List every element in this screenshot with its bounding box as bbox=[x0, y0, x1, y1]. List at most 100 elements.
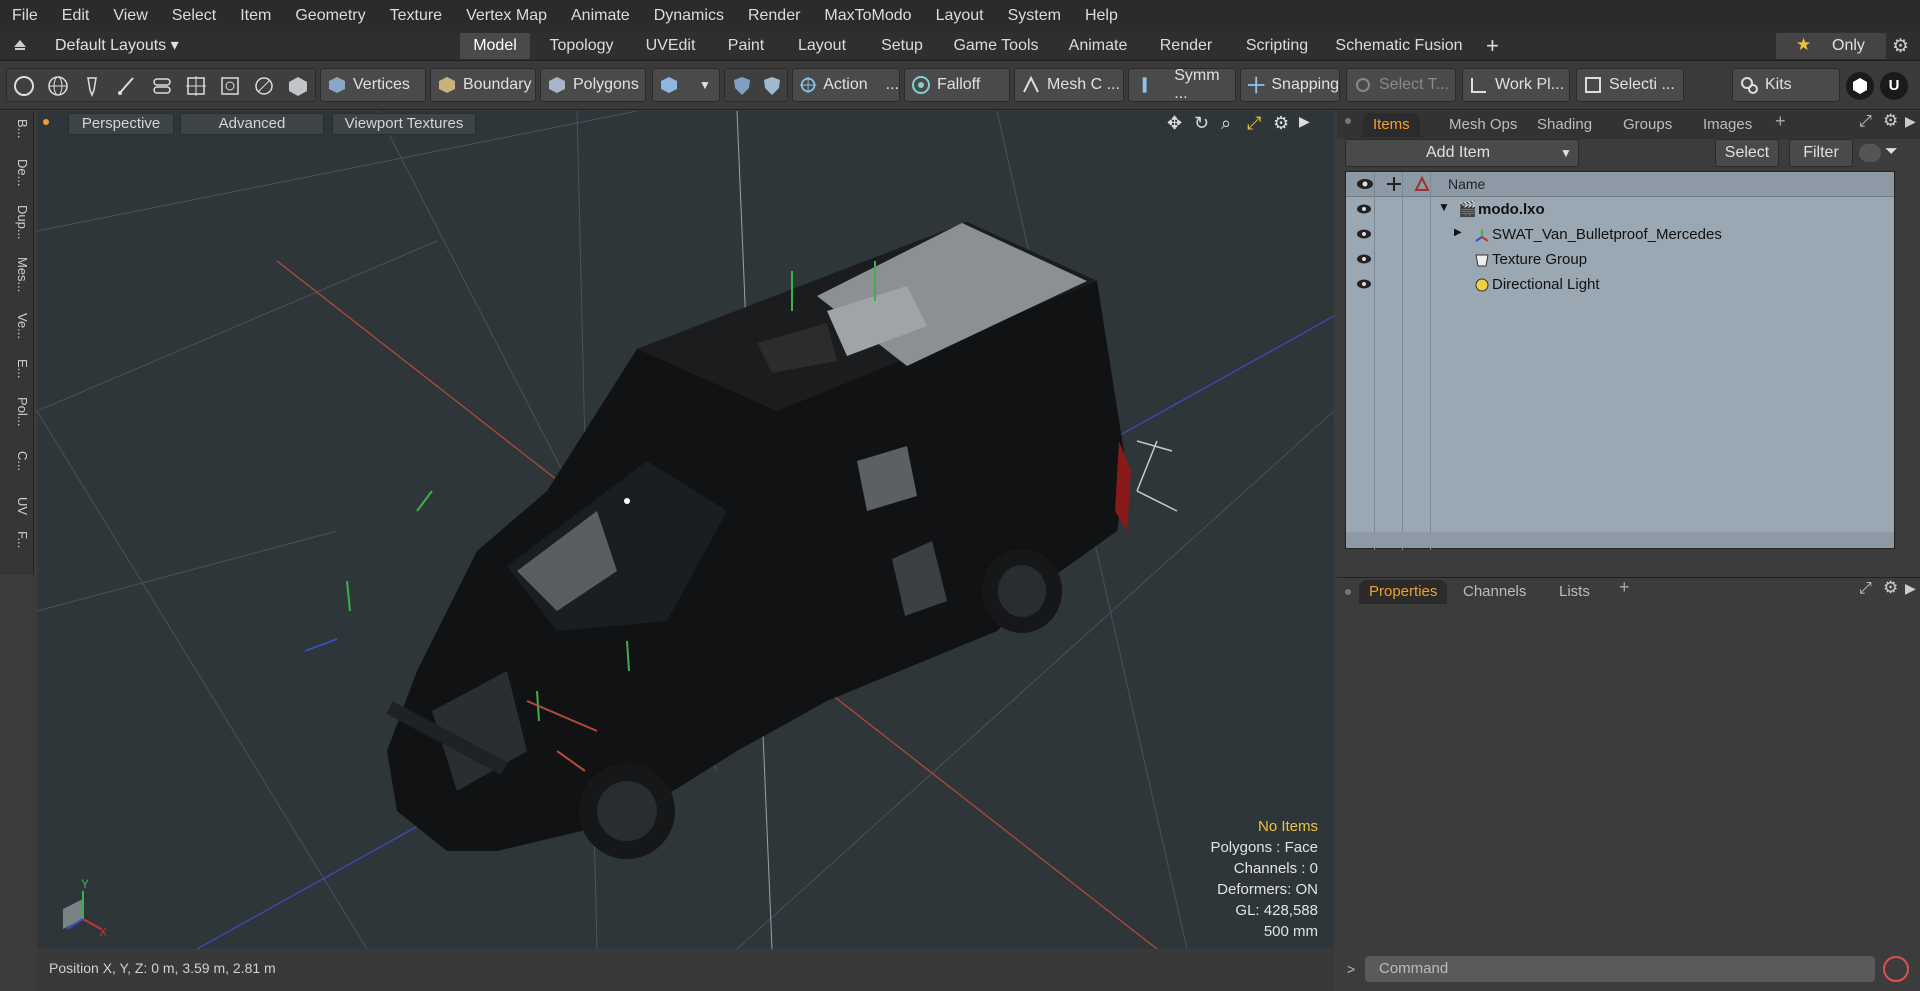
filter-button[interactable]: Filter bbox=[1789, 139, 1853, 167]
panel-settings-icon[interactable]: ⚙ bbox=[1883, 111, 1898, 131]
tab-layout[interactable]: Layout bbox=[788, 33, 856, 59]
menu-select[interactable]: Select bbox=[160, 0, 228, 31]
viewport-textures-button[interactable]: Viewport Textures bbox=[332, 113, 476, 135]
strip-tab-polygon[interactable]: Pol... bbox=[4, 397, 30, 427]
panel-maximize-icon[interactable]: ⤢ bbox=[1859, 113, 1872, 131]
sphere-icon[interactable] bbox=[47, 75, 69, 102]
layout-preset-dropdown[interactable]: Default Layouts ▾ bbox=[55, 35, 179, 55]
menu-geometry[interactable]: Geometry bbox=[283, 0, 377, 31]
tab-images[interactable]: Images bbox=[1703, 113, 1752, 137]
tab-animate[interactable]: Animate bbox=[1058, 33, 1138, 59]
strip-tab-edge[interactable]: E... bbox=[4, 359, 30, 379]
tab-setup[interactable]: Setup bbox=[868, 33, 936, 59]
props-maximize-icon[interactable]: ⤢ bbox=[1859, 580, 1872, 598]
tab-shading[interactable]: Shading bbox=[1537, 113, 1592, 137]
selection-sets-button[interactable]: Selecti ... bbox=[1576, 68, 1684, 102]
add-panel-tab-icon[interactable]: + bbox=[1775, 111, 1786, 132]
tab-items[interactable]: Items bbox=[1363, 113, 1420, 137]
tab-render[interactable]: Render bbox=[1150, 33, 1222, 59]
menu-item[interactable]: Item bbox=[228, 0, 283, 31]
circle-select-icon[interactable] bbox=[13, 75, 35, 102]
falloff-button[interactable]: Falloff bbox=[904, 68, 1010, 102]
collapse-arrow-icon[interactable]: ▶ bbox=[1454, 227, 1462, 238]
command-input[interactable]: Command bbox=[1365, 956, 1875, 982]
visibility-eye-icon[interactable] bbox=[1356, 253, 1372, 265]
props-menu-dot-icon[interactable] bbox=[1345, 589, 1351, 595]
tab-schematic-fusion[interactable]: Schematic Fusion bbox=[1332, 33, 1466, 59]
grid-icon[interactable] bbox=[185, 75, 207, 102]
loop-icon[interactable] bbox=[151, 75, 173, 102]
menu-animate[interactable]: Animate bbox=[559, 0, 642, 31]
tree-row-directional-light[interactable]: Directional Light bbox=[1346, 273, 1894, 298]
kits-button[interactable]: Kits bbox=[1732, 68, 1840, 102]
strip-tab-deform[interactable]: De... bbox=[4, 159, 30, 186]
panel-arrow-icon[interactable]: ▶ bbox=[1905, 113, 1916, 130]
pen-icon[interactable] bbox=[81, 75, 103, 102]
strip-tab-duplicate[interactable]: Dup... bbox=[4, 205, 30, 240]
menu-maxtomodo[interactable]: MaxToModo bbox=[812, 0, 923, 31]
tab-uvedit[interactable]: UVEdit bbox=[632, 33, 709, 59]
tab-model[interactable]: Model bbox=[460, 33, 530, 59]
tree-row-mesh[interactable]: ▶ SWAT_Van_Bulletproof_Mercedes bbox=[1346, 223, 1894, 248]
strip-tab-uv[interactable]: UV bbox=[4, 497, 30, 515]
menu-dynamics[interactable]: Dynamics bbox=[642, 0, 736, 31]
add-props-tab-icon[interactable]: + bbox=[1619, 577, 1630, 598]
collapse-toggle-icon[interactable] bbox=[1859, 144, 1881, 162]
menu-help[interactable]: Help bbox=[1073, 0, 1130, 31]
menu-file[interactable]: File bbox=[0, 0, 50, 31]
select-through-button[interactable]: Select T... bbox=[1346, 68, 1456, 102]
symmetry-button[interactable]: Symm ... bbox=[1128, 67, 1236, 102]
perspective-button[interactable]: Perspective bbox=[68, 113, 174, 135]
funnel-icon[interactable]: ⏷ bbox=[1885, 143, 1898, 161]
shield-alt-icon[interactable] bbox=[761, 75, 783, 102]
record-icon[interactable] bbox=[1883, 956, 1909, 982]
viewport-expand-icon[interactable]: ▶ bbox=[1299, 113, 1310, 130]
brush-icon[interactable] bbox=[115, 75, 137, 102]
gear-icon[interactable]: ⚙ bbox=[1892, 35, 1909, 58]
tab-scripting[interactable]: Scripting bbox=[1236, 33, 1318, 59]
select-button[interactable]: Select bbox=[1715, 139, 1779, 167]
sculpt-icon[interactable] bbox=[253, 75, 275, 102]
advanced-button[interactable]: Advanced bbox=[180, 113, 324, 135]
zoom-view-icon[interactable]: ⌕ bbox=[1221, 113, 1231, 134]
work-plane-button[interactable]: Work Pl... bbox=[1462, 68, 1570, 102]
tree-row-texture-group[interactable]: Texture Group bbox=[1346, 248, 1894, 273]
tab-topology[interactable]: Topology bbox=[540, 33, 623, 59]
snapping-button[interactable]: Snapping bbox=[1240, 68, 1340, 102]
3d-viewport[interactable]: Y X ✥ ↻ ⌕ ⤢ ⚙ ▶ No Items Polygons : Face… bbox=[37, 111, 1334, 949]
viewport-settings-icon[interactable]: ⚙ bbox=[1273, 113, 1289, 134]
add-item-dropdown[interactable]: Add Item ▼ bbox=[1345, 139, 1579, 167]
strip-tab-curve[interactable]: C... bbox=[4, 451, 30, 471]
move-view-icon[interactable]: ✥ bbox=[1167, 113, 1182, 134]
viewport-menu-dot-icon[interactable] bbox=[43, 119, 49, 125]
action-center-button[interactable]: Action ... bbox=[792, 68, 900, 102]
add-tab-icon[interactable]: + bbox=[1486, 33, 1499, 59]
only-toggle[interactable]: ★ Only bbox=[1776, 33, 1886, 59]
tab-mesh-ops[interactable]: Mesh Ops bbox=[1449, 113, 1517, 137]
menu-texture[interactable]: Texture bbox=[378, 0, 454, 31]
strip-tab-mesh[interactable]: Mes... bbox=[4, 257, 30, 292]
tab-paint[interactable]: Paint bbox=[716, 33, 776, 59]
menu-view[interactable]: View bbox=[101, 0, 159, 31]
strip-tab-vertex[interactable]: Ve... bbox=[4, 313, 30, 339]
panel-menu-dot-icon[interactable] bbox=[1345, 118, 1351, 124]
unreal-icon[interactable]: U bbox=[1880, 72, 1908, 100]
shield-icon[interactable] bbox=[731, 75, 753, 102]
strip-tab-fusion[interactable]: F... bbox=[4, 531, 30, 548]
tab-game-tools[interactable]: Game Tools bbox=[948, 33, 1044, 59]
unity-icon[interactable] bbox=[1846, 72, 1874, 100]
rotate-view-icon[interactable]: ↻ bbox=[1194, 113, 1209, 134]
props-arrow-icon[interactable]: ▶ bbox=[1905, 580, 1916, 597]
strip-tab-basic[interactable]: B... bbox=[4, 119, 30, 139]
tab-groups[interactable]: Groups bbox=[1623, 113, 1672, 137]
props-settings-icon[interactable]: ⚙ bbox=[1883, 578, 1898, 598]
menu-vertex-map[interactable]: Vertex Map bbox=[454, 0, 559, 31]
polygons-button[interactable]: Polygons bbox=[540, 68, 646, 102]
mesh-constraint-button[interactable]: Mesh C ... bbox=[1014, 68, 1124, 102]
item-mode-dropdown[interactable]: ▼ bbox=[652, 68, 720, 102]
menu-system[interactable]: System bbox=[996, 0, 1073, 31]
tab-channels[interactable]: Channels bbox=[1463, 580, 1526, 604]
menu-layout[interactable]: Layout bbox=[924, 0, 996, 31]
tab-properties[interactable]: Properties bbox=[1359, 580, 1448, 604]
menu-edit[interactable]: Edit bbox=[50, 0, 102, 31]
